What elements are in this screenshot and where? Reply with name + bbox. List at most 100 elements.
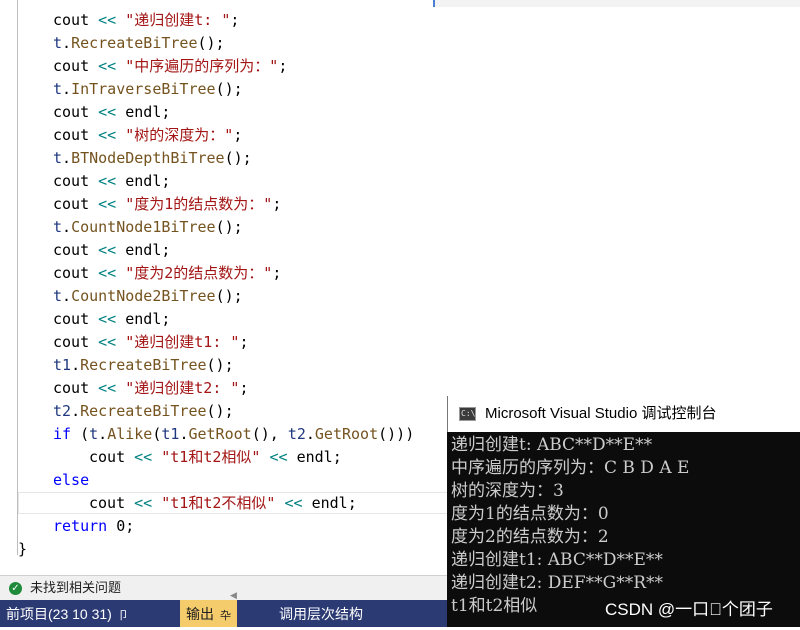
code-token: . xyxy=(98,425,108,443)
code-token: . xyxy=(62,218,72,236)
code-token: Alike xyxy=(107,425,153,443)
code-token: . xyxy=(62,80,72,98)
code-token: CountNode2BiTree xyxy=(71,287,216,305)
pin-icon[interactable]: 卩 xyxy=(118,610,129,622)
pin-icon[interactable]: 卆 xyxy=(220,610,231,622)
code-token: t xyxy=(53,218,63,236)
code-token: RecreateBiTree xyxy=(80,356,207,374)
code-line[interactable]: cout << endl; xyxy=(53,101,170,124)
code-line[interactable]: t.InTraverseBiTree(); xyxy=(53,78,243,101)
code-token: << xyxy=(284,494,312,512)
tab-output-label: 输出 xyxy=(186,606,214,622)
tab-call-hierarchy[interactable]: 调用层次结构 xyxy=(273,600,369,627)
code-line[interactable]: cout << "t1和t2相似" << endl; xyxy=(89,446,342,469)
code-token: (); xyxy=(206,402,234,420)
tab-call-hierarchy-label: 调用层次结构 xyxy=(279,606,363,622)
code-token: t2 xyxy=(287,425,306,443)
code-token: << xyxy=(98,57,126,75)
code-token: endl xyxy=(125,172,162,190)
code-line[interactable]: cout << "t1和t2不相似" << endl; xyxy=(89,492,357,515)
code-line[interactable]: return 0; xyxy=(53,515,134,538)
code-token: t1 xyxy=(53,356,72,374)
code-token: GetRoot xyxy=(188,425,252,443)
code-line[interactable]: t.BTNodeDepthBiTree(); xyxy=(53,147,252,170)
code-token: ; xyxy=(278,57,288,75)
tab-output[interactable]: 输出卆 xyxy=(180,600,237,627)
code-token: t xyxy=(53,149,63,167)
code-line[interactable]: cout << "树的深度为："; xyxy=(53,124,242,147)
code-line[interactable]: cout << "递归创建t2: "; xyxy=(53,377,248,400)
code-line[interactable]: cout << "度为1的结点数为："; xyxy=(53,193,281,216)
tab-project[interactable]: 前项目(23 10 31) 卩 xyxy=(0,600,135,627)
code-line[interactable]: t1.RecreateBiTree(); xyxy=(53,354,234,377)
console-app-icon: C:\ xyxy=(459,407,476,421)
code-line[interactable]: cout << "递归创建t: "; xyxy=(53,9,239,32)
code-token: ; xyxy=(125,517,135,535)
code-line[interactable]: cout << endl; xyxy=(53,170,170,193)
code-token: << xyxy=(98,379,126,397)
code-token: "度为2的结点数为：" xyxy=(125,264,273,282)
code-token: cout xyxy=(53,264,99,282)
code-line[interactable]: t2.RecreateBiTree(); xyxy=(53,400,234,423)
code-token: cout xyxy=(53,241,99,259)
code-token: "递归创建t1: " xyxy=(125,333,240,351)
code-token: cout xyxy=(53,11,99,29)
tab-project-label: 前项目(23 10 31) xyxy=(6,606,112,622)
code-line[interactable]: t.RecreateBiTree(); xyxy=(53,32,225,55)
code-token: . xyxy=(62,149,72,167)
code-token: else xyxy=(53,471,90,489)
csdn-watermark: CSDN @一口 个团子 xyxy=(605,600,773,619)
code-token: cout xyxy=(53,126,99,144)
code-token: endl xyxy=(125,241,162,259)
code-line[interactable]: if (t.Alike(t1.GetRoot(), t2.GetRoot())) xyxy=(53,423,414,446)
code-line[interactable]: else xyxy=(53,469,89,492)
code-token: endl xyxy=(125,103,162,121)
console-line: t1和t2相似 xyxy=(451,596,538,616)
code-token: cout xyxy=(89,494,135,512)
code-token: << xyxy=(98,126,126,144)
code-token: << xyxy=(98,333,126,351)
code-token: 0 xyxy=(116,517,126,535)
error-status-bar: ✓ 未找到相关问题 ◀ xyxy=(0,575,460,601)
code-line[interactable]: } xyxy=(18,538,27,561)
code-token: (), xyxy=(251,425,288,443)
console-line: 度为1的结点数为：0 xyxy=(451,504,609,524)
code-line[interactable]: t.CountNode1BiTree(); xyxy=(53,216,243,239)
code-token: << xyxy=(98,310,126,328)
code-token: t xyxy=(53,80,63,98)
console-title-bar[interactable]: C:\ Microsoft Visual Studio 调试控制台 xyxy=(447,396,800,432)
console-line: 中序遍历的序列为：C B D A E xyxy=(451,458,690,478)
code-line[interactable]: cout << endl; xyxy=(53,308,170,331)
code-token: ; xyxy=(239,333,249,351)
console-line: 递归创建t2: DEF**G**R** xyxy=(451,573,663,593)
console-line: 树的深度为：3 xyxy=(451,481,564,501)
code-token: << xyxy=(98,241,126,259)
code-token: cout xyxy=(53,379,99,397)
code-line[interactable]: cout << "度为2的结点数为："; xyxy=(53,262,281,285)
outline-gutter-line xyxy=(17,0,18,555)
code-token: InTraverseBiTree xyxy=(71,80,216,98)
code-token: cout xyxy=(53,57,99,75)
code-token: << xyxy=(134,494,162,512)
code-line[interactable]: t.CountNode2BiTree(); xyxy=(53,285,243,308)
code-token: << xyxy=(269,448,297,466)
code-line[interactable]: cout << "中序遍历的序列为："; xyxy=(53,55,287,78)
code-line[interactable]: cout << "递归创建t1: "; xyxy=(53,331,248,354)
code-token: endl xyxy=(311,494,348,512)
code-token: ; xyxy=(272,264,282,282)
code-token: "递归创建t: " xyxy=(125,11,231,29)
code-line[interactable]: cout << endl; xyxy=(53,239,170,262)
code-token: << xyxy=(98,103,126,121)
code-token: ; xyxy=(161,172,171,190)
code-token: "树的深度为：" xyxy=(125,126,234,144)
console-line: 递归创建t: ABC**D**E** xyxy=(451,435,653,455)
code-token: ; xyxy=(233,126,243,144)
code-token: cout xyxy=(53,172,99,190)
code-token: t xyxy=(53,287,63,305)
code-token: t2 xyxy=(53,402,72,420)
code-token: t1 xyxy=(161,425,180,443)
code-token: . xyxy=(71,356,81,374)
debug-console-window[interactable]: C:\ Microsoft Visual Studio 调试控制台 递归创建t:… xyxy=(447,396,800,627)
code-token: (); xyxy=(197,34,225,52)
issues-status-text[interactable]: 未找到相关问题 xyxy=(30,576,121,600)
